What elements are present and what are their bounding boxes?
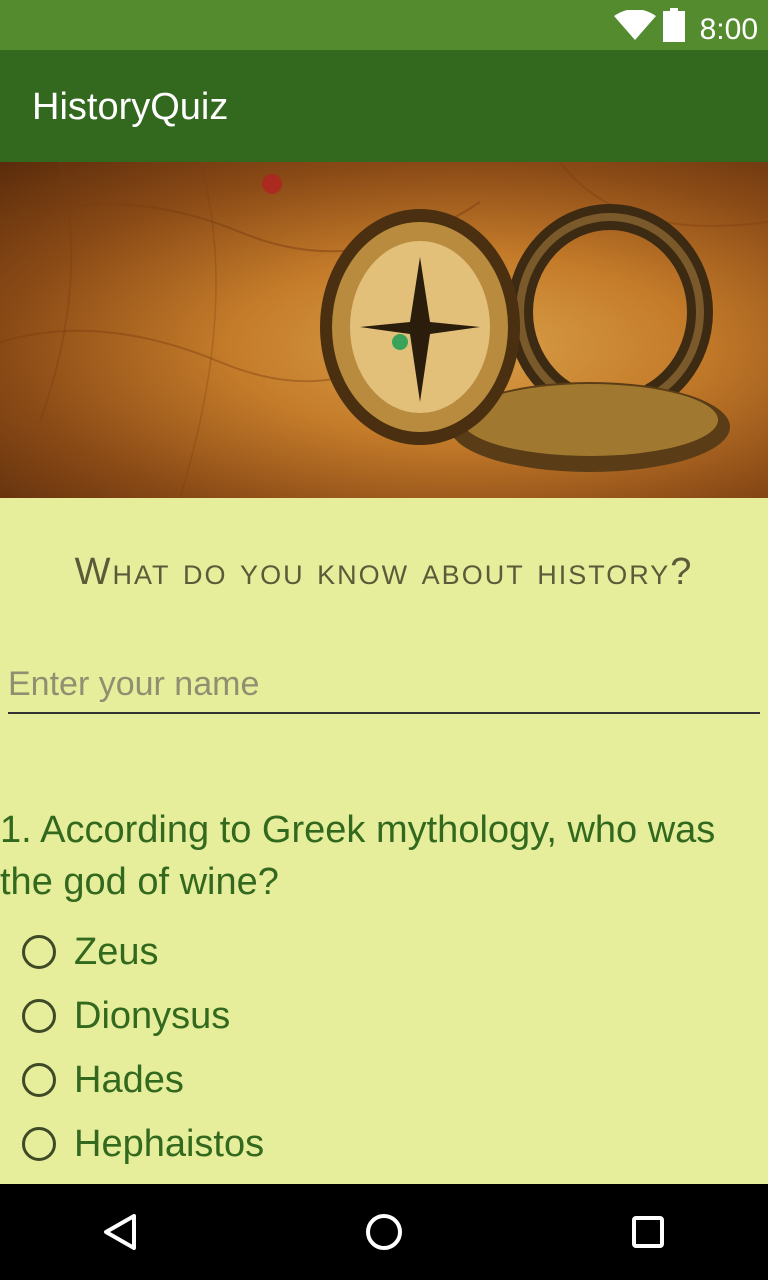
option-label: Dionysus (74, 995, 231, 1037)
battery-icon (663, 8, 685, 42)
radio-button[interactable] (22, 1063, 56, 1097)
status-time: 8:00 (699, 13, 758, 46)
name-input[interactable] (8, 656, 760, 714)
wifi-icon (614, 10, 656, 40)
system-nav-bar (0, 1184, 768, 1280)
option-hephaistos[interactable]: Hephaistos (22, 1114, 264, 1174)
app-bar: HistoryQuiz (0, 50, 768, 162)
option-hades[interactable]: Hades (22, 1050, 184, 1110)
quiz-heading: What do you know about history? (74, 551, 694, 593)
radio-button[interactable] (22, 1127, 56, 1161)
app-title: HistoryQuiz (32, 86, 229, 128)
radio-button[interactable] (22, 935, 56, 969)
home-icon[interactable] (354, 1202, 414, 1262)
back-icon[interactable] (90, 1202, 150, 1262)
status-bar: 8:00 (0, 0, 768, 50)
compass-illustration (0, 162, 768, 498)
hero-image (0, 162, 768, 498)
question-1-text: 1. According to Greek mythology, who was… (0, 809, 716, 903)
recents-icon[interactable] (618, 1202, 678, 1262)
option-label: Zeus (74, 931, 159, 973)
option-label: Hephaistos (74, 1123, 265, 1165)
option-label: Hades (74, 1059, 184, 1101)
option-zeus[interactable]: Zeus (22, 922, 158, 982)
radio-button[interactable] (22, 999, 56, 1033)
option-dionysus[interactable]: Dionysus (22, 986, 230, 1046)
